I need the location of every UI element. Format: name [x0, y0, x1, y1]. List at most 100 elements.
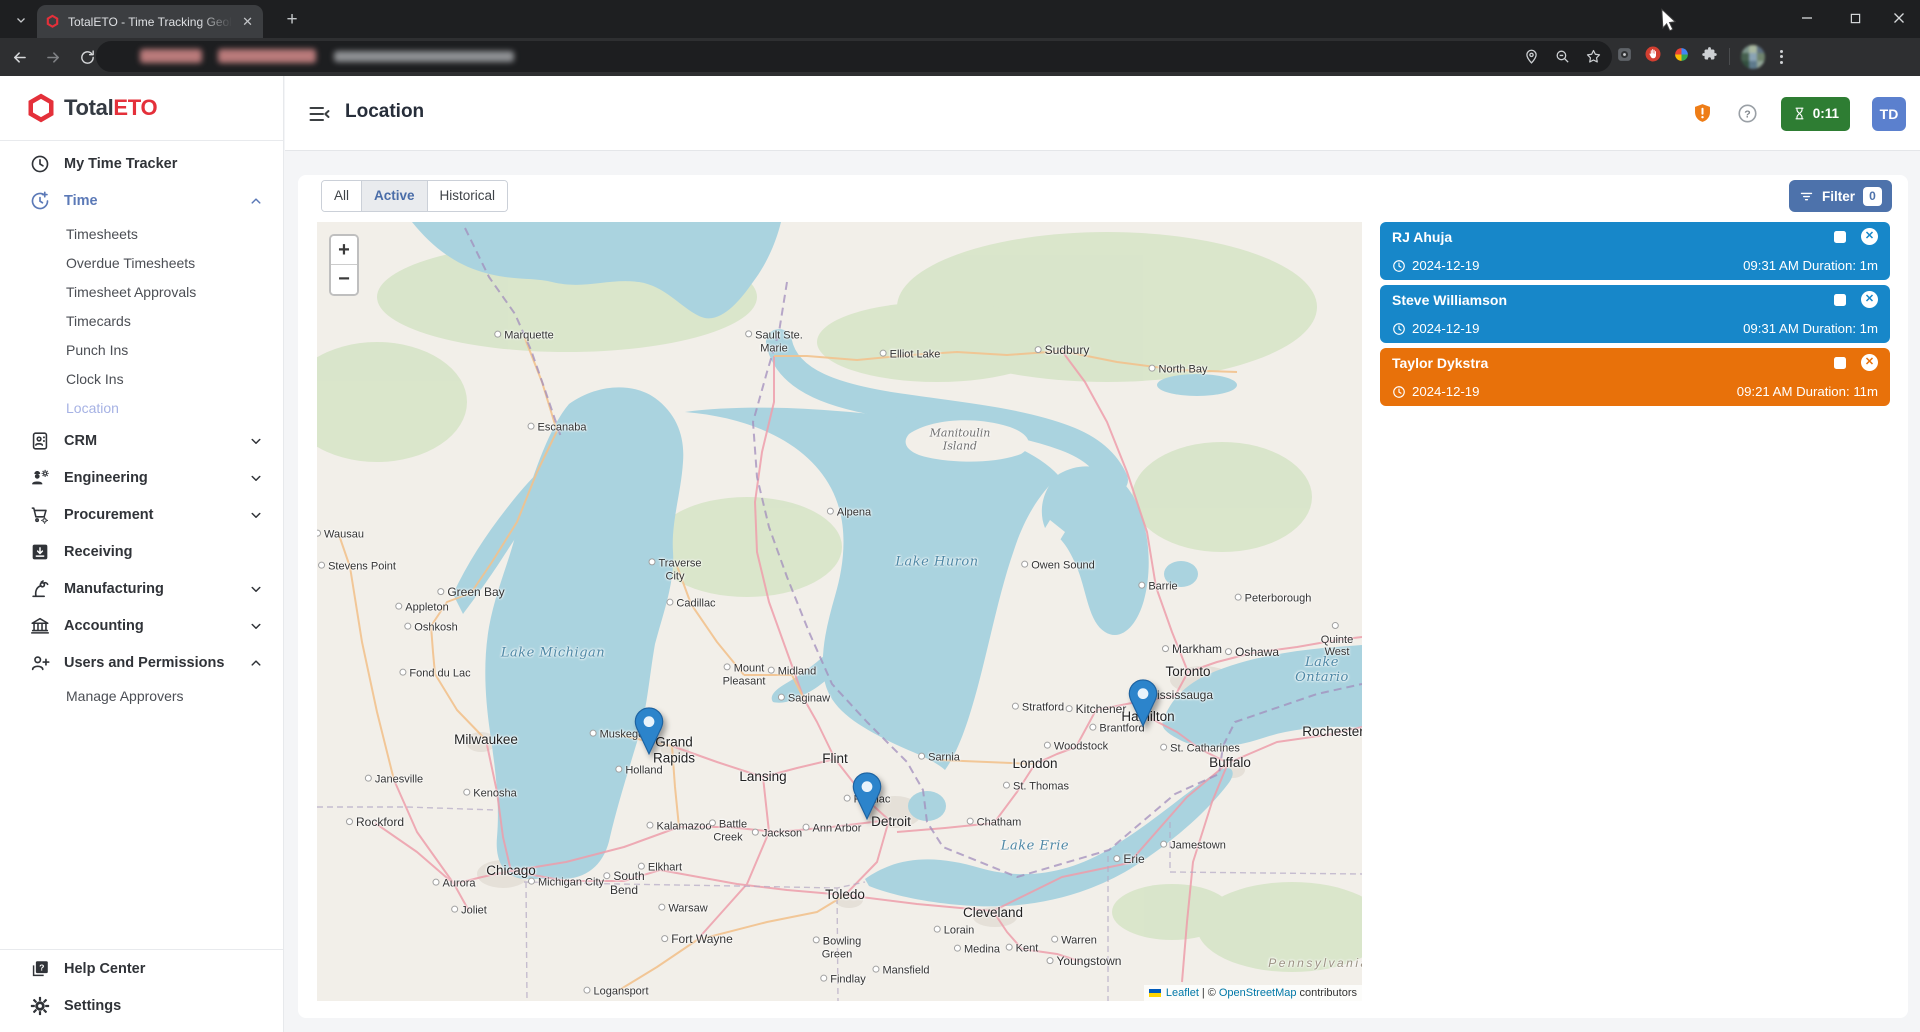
- sidebar-nav: My Time Tracker Time TimesheetsOverdue Tim…: [0, 141, 283, 710]
- window-maximize-button[interactable]: [1832, 0, 1878, 36]
- sidebar-footer: ?Help CenterSettings: [0, 949, 283, 1032]
- app-logo[interactable]: TotalETO: [0, 76, 283, 140]
- location-permission-icon[interactable]: [1523, 48, 1540, 65]
- forward-button[interactable]: [38, 42, 68, 72]
- zoom-page-icon[interactable]: [1554, 48, 1571, 65]
- employee-name: RJ Ahuja: [1392, 229, 1452, 245]
- accounting-icon: [29, 615, 51, 637]
- dismiss-button[interactable]: ✕: [1861, 228, 1878, 245]
- chevron-down-icon: [247, 432, 265, 450]
- map-zoom-control: + −: [329, 234, 359, 296]
- browser-tabstrip: TotalETO - Time Tracking Geolo ✕ +: [0, 0, 1920, 38]
- view-tabbar: All Active Historical: [321, 180, 508, 212]
- tab-active[interactable]: Active: [361, 181, 427, 211]
- sidebar-item-label: Accounting: [64, 618, 144, 634]
- filter-button[interactable]: Filter 0: [1789, 180, 1892, 212]
- engineering-icon: [29, 467, 51, 489]
- map-tiles: [317, 222, 1362, 1001]
- chevron-down-icon: [247, 506, 265, 524]
- sidebar-item-label: Manufacturing: [64, 581, 164, 597]
- user-avatar[interactable]: TD: [1872, 97, 1906, 131]
- tab-close-icon[interactable]: ✕: [240, 13, 255, 30]
- stop-button[interactable]: [1834, 294, 1846, 306]
- tab-title: TotalETO - Time Tracking Geolo: [68, 15, 232, 29]
- sidebar-subitem-timesheet-approvals[interactable]: Timesheet Approvals: [0, 277, 283, 306]
- stop-button[interactable]: [1834, 357, 1846, 369]
- sidebar-subitem-manage-approvers[interactable]: Manage Approvers: [0, 681, 283, 710]
- security-warning-icon[interactable]: [1691, 102, 1714, 125]
- clock-icon: [1392, 385, 1406, 399]
- logo-text: TotalETO: [64, 95, 157, 121]
- sidebar-item-receiving[interactable]: Receiving: [0, 533, 283, 570]
- osm-link[interactable]: OpenStreetMap: [1219, 987, 1297, 999]
- sidebar-subitem-punch-ins[interactable]: Punch Ins: [0, 335, 283, 364]
- extension-icon[interactable]: [1616, 46, 1633, 68]
- sidebar-item-engineering[interactable]: Engineering: [0, 459, 283, 496]
- sidebar-item-label: Help Center: [64, 961, 145, 977]
- sidebar-item-settings[interactable]: Settings: [0, 987, 283, 1024]
- map-marker-2[interactable]: [852, 772, 882, 825]
- employee-name: Taylor Dykstra: [1392, 355, 1488, 371]
- sidebar-subitem-overdue-timesheets[interactable]: Overdue Timesheets: [0, 248, 283, 277]
- sidebar-item-procurement[interactable]: Procurement: [0, 496, 283, 533]
- dismiss-button[interactable]: ✕: [1861, 291, 1878, 308]
- active-timer-chip[interactable]: 0:11: [1781, 97, 1850, 131]
- browser-profile-avatar[interactable]: [1741, 45, 1765, 69]
- forward-icon: [44, 48, 63, 67]
- map-marker-1[interactable]: [634, 707, 664, 760]
- address-bar[interactable]: [96, 41, 1612, 72]
- window-minimize-button[interactable]: [1784, 0, 1830, 36]
- sidebar-item-crm[interactable]: CRM: [0, 422, 283, 459]
- bookmark-star-icon[interactable]: [1585, 48, 1602, 65]
- sidebar-subitem-timesheets[interactable]: Timesheets: [0, 219, 283, 248]
- sidebar-collapse-button[interactable]: [307, 102, 331, 126]
- leaflet-link[interactable]: Leaflet: [1166, 987, 1199, 999]
- extensions-puzzle-icon[interactable]: [1701, 46, 1718, 68]
- reload-icon: [79, 49, 96, 66]
- filter-count-badge: 0: [1863, 187, 1882, 206]
- chevron-up-icon: [247, 654, 265, 672]
- photos-extension-icon[interactable]: [1673, 46, 1690, 68]
- browser-window: TotalETO - Time Tracking Geolo ✕ +: [0, 0, 1920, 1032]
- sidebar-item-label: Time: [64, 193, 98, 209]
- sidebar-subitem-timecards[interactable]: Timecards: [0, 306, 283, 335]
- sidebar-item-label: Engineering: [64, 470, 148, 486]
- sidebar-subitem-location[interactable]: Location: [0, 393, 283, 422]
- back-button[interactable]: [4, 42, 34, 72]
- sidebar-item-accounting[interactable]: Accounting: [0, 607, 283, 644]
- sidebar-item-label: My Time Tracker: [64, 156, 177, 172]
- map-marker-3[interactable]: [1128, 679, 1158, 732]
- help-icon[interactable]: ?: [1736, 102, 1759, 125]
- clock-in-list: RJ Ahuja ✕ 2024-12-19 09:31 AM Duration:…: [1380, 222, 1890, 406]
- window-close-button[interactable]: [1876, 0, 1920, 36]
- browser-tab-active[interactable]: TotalETO - Time Tracking Geolo ✕: [37, 5, 263, 38]
- new-tab-button[interactable]: +: [280, 8, 304, 32]
- browser-menu-icon[interactable]: [1776, 46, 1787, 68]
- clock-icon: [1392, 259, 1406, 273]
- ukraine-flag-icon: [1149, 989, 1161, 997]
- sidebar-item-label: CRM: [64, 433, 97, 449]
- chevron-down-icon: [15, 14, 27, 26]
- sidebar: TotalETO My Time Tracker Time TimesheetsOv…: [0, 76, 284, 1032]
- adblock-extension-icon[interactable]: [1644, 45, 1662, 68]
- tab-historical[interactable]: Historical: [427, 181, 508, 211]
- sidebar-item-help-center[interactable]: ?Help Center: [0, 950, 283, 987]
- leaflet-map[interactable]: MarquetteSault Ste. MarieSudburyElliot L…: [317, 222, 1362, 1001]
- menu-collapse-icon: [307, 102, 331, 126]
- sidebar-item-manufacturing[interactable]: Manufacturing: [0, 570, 283, 607]
- sidebar-item-users-and-permissions[interactable]: Users and Permissions: [0, 644, 283, 681]
- tab-search-button[interactable]: [8, 7, 34, 33]
- sidebar-subitem-clock-ins[interactable]: Clock Ins: [0, 364, 283, 393]
- crm-icon: [29, 430, 51, 452]
- tab-all[interactable]: All: [322, 181, 361, 211]
- stop-button[interactable]: [1834, 231, 1846, 243]
- page-title: Location: [345, 101, 424, 123]
- clock-icon: [29, 153, 51, 175]
- sidebar-item-time[interactable]: Time: [0, 182, 283, 219]
- zoom-in-button[interactable]: +: [331, 236, 357, 265]
- chevron-up-icon: [247, 192, 265, 210]
- dismiss-button[interactable]: ✕: [1861, 354, 1878, 371]
- clock-icon: [1392, 322, 1406, 336]
- sidebar-item-my-time-tracker[interactable]: My Time Tracker: [0, 145, 283, 182]
- zoom-out-button[interactable]: −: [331, 265, 357, 294]
